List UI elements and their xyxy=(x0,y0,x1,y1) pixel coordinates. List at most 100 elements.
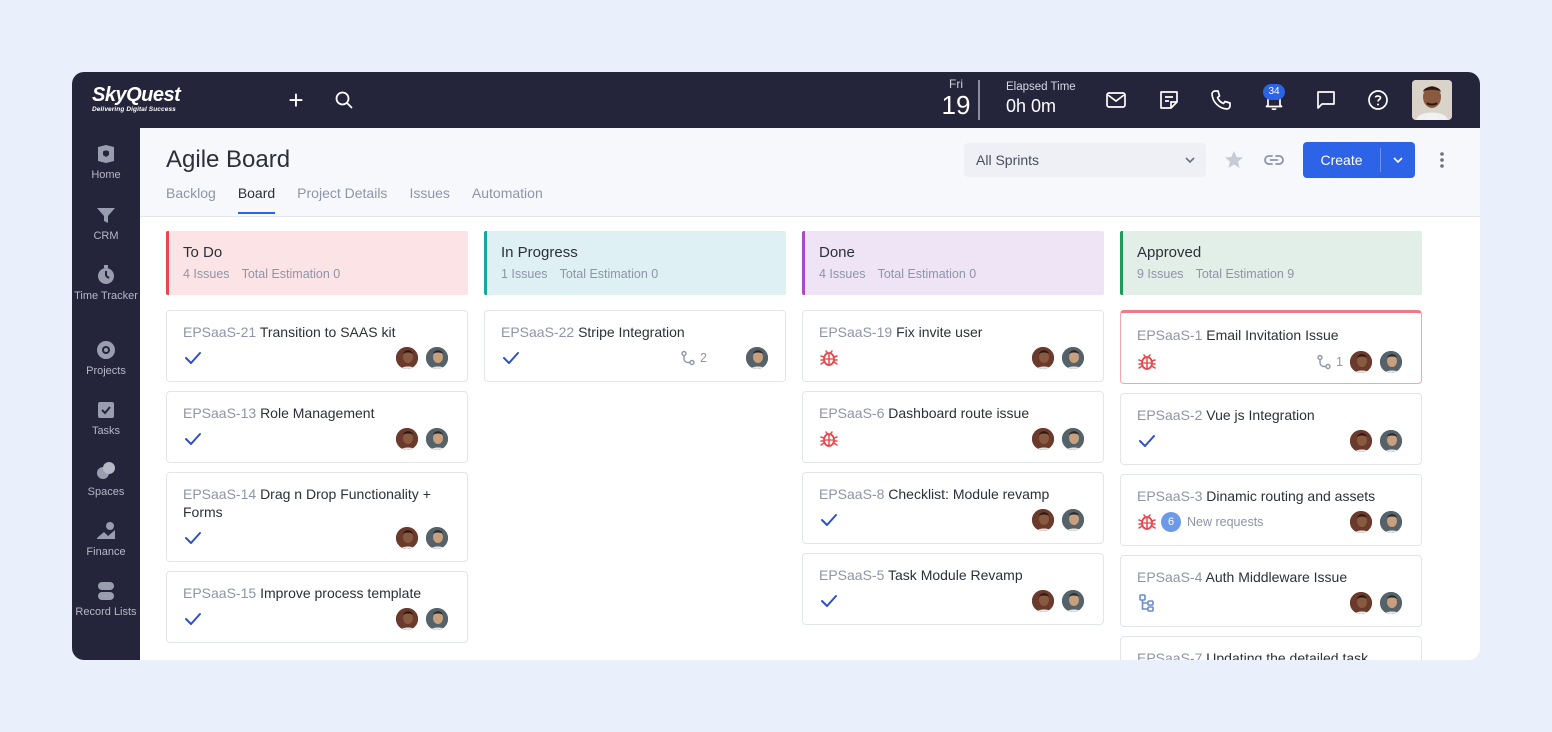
avatar[interactable] xyxy=(1031,589,1055,613)
avatar[interactable] xyxy=(1349,350,1373,374)
issue-card[interactable]: EPSaaS-2 Vue js Integration xyxy=(1120,393,1422,465)
issue-card[interactable]: EPSaaS-14 Drag n Drop Functionality + Fo… xyxy=(166,472,468,562)
page-title: Agile Board xyxy=(166,146,291,173)
avatar[interactable] xyxy=(395,607,419,631)
subtask-icon xyxy=(1137,593,1157,613)
bug-icon xyxy=(819,429,839,449)
avatar[interactable] xyxy=(395,427,419,451)
issue-key: EPSaaS-5 xyxy=(819,567,885,583)
new-requests[interactable]: 6 New requests xyxy=(1161,512,1263,532)
issue-card[interactable]: EPSaaS-6 Dashboard route issue xyxy=(802,391,1104,463)
tab-automation[interactable]: Automation xyxy=(472,184,543,214)
issue-card[interactable]: EPSaaS-13 Role Management xyxy=(166,391,468,463)
avatar[interactable] xyxy=(395,346,419,370)
column-header[interactable]: To Do 4 Issues Total Estimation 0 xyxy=(166,231,468,295)
issue-title: EPSaaS-8 Checklist: Module revamp xyxy=(819,485,1089,503)
linked-issues-count: 1 xyxy=(1336,355,1343,369)
avatar[interactable] xyxy=(1031,508,1055,532)
assignee-avatars xyxy=(1031,589,1087,613)
linked-issues[interactable]: 2 xyxy=(680,350,707,366)
sidebar-item-spaces[interactable]: Spaces xyxy=(72,460,140,499)
plus-icon[interactable]: + xyxy=(284,87,308,113)
help-icon[interactable] xyxy=(1366,88,1390,112)
assignee-avatars xyxy=(1349,510,1405,534)
chevron-down-icon[interactable] xyxy=(1381,142,1415,178)
requests-label: New requests xyxy=(1187,515,1264,529)
phone-icon[interactable] xyxy=(1209,88,1233,112)
chat-icon[interactable] xyxy=(1314,88,1338,112)
issue-title: EPSaaS-21 Transition to SAAS kit xyxy=(183,323,453,341)
sidebar-item-finance[interactable]: Finance xyxy=(72,520,140,559)
issue-summary: Task Module Revamp xyxy=(888,567,1023,583)
sidebar-item-label: Projects xyxy=(86,365,126,377)
issue-card[interactable]: EPSaaS-7 Updating the detailed task xyxy=(1120,636,1422,660)
assignee-avatars xyxy=(1031,427,1087,451)
mail-icon[interactable] xyxy=(1104,88,1128,112)
issue-key: EPSaaS-1 xyxy=(1137,327,1203,343)
sidebar-item-home[interactable]: Home xyxy=(72,143,140,182)
avatar[interactable] xyxy=(1031,346,1055,370)
assignee-avatars xyxy=(1031,508,1087,532)
column-header[interactable]: In Progress 1 Issues Total Estimation 0 xyxy=(484,231,786,295)
avatar[interactable] xyxy=(1349,591,1373,615)
avatar[interactable] xyxy=(745,346,769,370)
avatar[interactable] xyxy=(1379,510,1403,534)
issue-summary: Dinamic routing and assets xyxy=(1206,488,1376,504)
issue-card[interactable]: EPSaaS-22 Stripe Integration 2 xyxy=(484,310,786,382)
avatar[interactable] xyxy=(1349,429,1373,453)
sidebar-item-record-lists[interactable]: Record Lists xyxy=(72,580,140,619)
avatar[interactable] xyxy=(1061,427,1085,451)
sidebar-item-time-tracker[interactable]: Time Tracker xyxy=(72,264,140,303)
linked-issues[interactable]: 1 xyxy=(1316,354,1343,370)
column-header[interactable]: Done 4 Issues Total Estimation 0 xyxy=(802,231,1104,295)
issue-card[interactable]: EPSaaS-4 Auth Middleware Issue xyxy=(1120,555,1422,627)
tab-project-details[interactable]: Project Details xyxy=(297,184,387,214)
tab-issues[interactable]: Issues xyxy=(409,184,449,214)
avatar[interactable] xyxy=(1349,510,1373,534)
avatar[interactable] xyxy=(1061,589,1085,613)
avatar[interactable] xyxy=(1379,350,1403,374)
top-bar: SkyQuest Delivering Digital Success + Fr… xyxy=(72,72,1480,128)
elapsed-time: Elapsed Time 0h 0m xyxy=(1006,80,1076,118)
issue-card[interactable]: EPSaaS-15 Improve process template xyxy=(166,571,468,643)
more-options-icon[interactable] xyxy=(1430,148,1454,172)
column-issue-count: 4 Issues xyxy=(183,267,230,281)
avatar[interactable] xyxy=(1061,508,1085,532)
tab-board[interactable]: Board xyxy=(237,184,276,214)
issue-card[interactable]: EPSaaS-3 Dinamic routing and assets 6 New … xyxy=(1120,474,1422,546)
issue-card[interactable]: EPSaaS-1 Email Invitation Issue 1 xyxy=(1120,310,1422,384)
avatar[interactable] xyxy=(1379,429,1403,453)
avatar[interactable] xyxy=(425,526,449,550)
avatar[interactable] xyxy=(1379,591,1403,615)
sidebar-item-tasks[interactable]: Tasks xyxy=(72,399,140,438)
avatar[interactable] xyxy=(1061,346,1085,370)
tab-backlog[interactable]: Backlog xyxy=(166,184,216,214)
brand-logo[interactable]: SkyQuest Delivering Digital Success xyxy=(92,84,181,114)
avatar[interactable] xyxy=(425,607,449,631)
issue-summary: Updating the detailed task xyxy=(1206,650,1369,660)
column-header[interactable]: Approved 9 Issues Total Estimation 9 xyxy=(1120,231,1422,295)
tasks-icon xyxy=(95,399,117,421)
star-icon[interactable] xyxy=(1222,148,1246,172)
sprint-select[interactable]: All Sprints xyxy=(964,143,1206,177)
link-icon[interactable] xyxy=(1262,148,1286,172)
avatar[interactable] xyxy=(1031,427,1055,451)
search-icon[interactable] xyxy=(332,88,356,112)
notes-icon[interactable] xyxy=(1157,88,1181,112)
sidebar-item-projects[interactable]: Projects xyxy=(72,339,140,378)
spaces-icon xyxy=(95,460,117,482)
user-avatar[interactable] xyxy=(1412,80,1452,120)
create-button[interactable]: Create xyxy=(1303,142,1415,178)
issue-title: EPSaaS-5 Task Module Revamp xyxy=(819,566,1089,584)
avatar[interactable] xyxy=(425,346,449,370)
issue-card[interactable]: EPSaaS-21 Transition to SAAS kit xyxy=(166,310,468,382)
issue-card[interactable]: EPSaaS-5 Task Module Revamp xyxy=(802,553,1104,625)
issue-title: EPSaaS-6 Dashboard route issue xyxy=(819,404,1089,422)
sidebar-item-crm[interactable]: CRM xyxy=(72,204,140,243)
assignee-avatars xyxy=(395,526,451,550)
avatar[interactable] xyxy=(425,427,449,451)
issue-card[interactable]: EPSaaS-8 Checklist: Module revamp xyxy=(802,472,1104,544)
issue-card[interactable]: EPSaaS-19 Fix invite user xyxy=(802,310,1104,382)
avatar[interactable] xyxy=(395,526,419,550)
issue-key: EPSaaS-3 xyxy=(1137,488,1203,504)
